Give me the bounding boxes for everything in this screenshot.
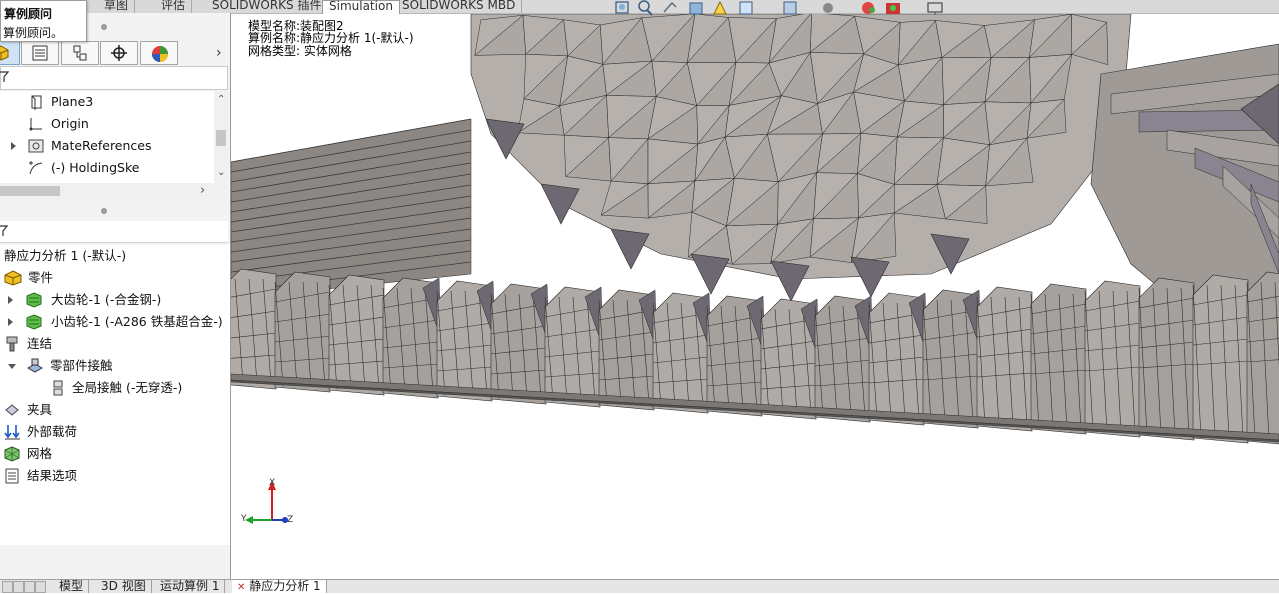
hide-show-icon[interactable] [823,3,833,13]
component-contact-icon [26,358,44,373]
view-settings-icon[interactable] [927,2,943,15]
property-manager-icon [32,45,48,61]
apply-scene-icon[interactable] [886,3,900,14]
tab-static-study-1[interactable]: ✕ 静应力分析 1 [232,580,327,593]
tab-property-manager[interactable] [21,41,59,65]
manager-tabs: › [0,40,230,65]
parts-icon [4,270,22,286]
feature-tree: Plane3 Origin MateReferences (-) Holding… [0,91,214,183]
collapse-icon[interactable] [8,364,16,369]
view-orientation-icon[interactable] [739,1,753,15]
gear-part-icon [26,314,42,330]
tab-configuration-manager[interactable] [61,41,99,65]
triad-x-label: X [269,478,276,488]
last-tab-button[interactable] [35,581,46,593]
expand-icon[interactable] [8,296,13,304]
display-manager-icon [152,46,168,62]
study-advisor-tooltip: 算例顾问 算例顾问。 [0,0,87,42]
tooltip-text: 算例顾问。 [3,26,64,40]
dimxpert-icon [111,45,127,61]
graphics-viewport[interactable]: 模型名称:装配图2 算例名称:静应力分析 1(-默认-) 网格类型: 实体网格 … [231,14,1279,579]
feature-tree-vscrollbar[interactable]: ⌃ ⌄ [214,91,228,183]
scroll-thumb[interactable] [216,130,226,146]
triad-z-label: Z [287,515,294,525]
mate-references-icon [28,139,44,153]
filter-icon [0,71,9,82]
mesh-icon [4,446,20,462]
scroll-up-icon[interactable]: ⌃ [217,94,225,105]
zoom-area-icon[interactable] [638,0,653,16]
gear-part-icon [26,292,42,308]
expand-icon[interactable] [11,142,16,150]
tab-feature-manager[interactable] [0,41,20,65]
external-loads-icon [4,425,20,440]
tab-simulation[interactable]: Simulation [322,0,400,14]
next-tab-button[interactable] [24,581,35,593]
study-root[interactable]: 静应力分析 1 (-默认-) [4,245,126,267]
tab-solidworks-mbd[interactable]: SOLIDWORKS MBD [396,0,523,13]
viewport-window-controls [1211,14,1251,15]
tab-display-manager[interactable] [140,41,178,65]
configuration-manager-icon [73,45,87,61]
study-name-label: 算例名称:静应力分析 1(-默认-) [248,31,414,45]
origin-icon [29,118,42,131]
result-options-icon [5,468,19,484]
connections-icon [6,336,18,352]
view-toolbar [610,0,960,16]
scroll-right-icon[interactable]: › [200,183,205,198]
dynamic-annotation-icon[interactable] [713,0,727,15]
sketch-icon [29,161,43,175]
study-tree-filter[interactable] [0,221,228,243]
triad-y-label: Y [241,514,247,524]
hscroll-thumb[interactable] [0,186,60,196]
fixtures-icon [5,404,19,416]
tooltip-title: 算例顾问 [4,7,53,21]
mesh-type-label: 网格类型: 实体网格 [248,44,352,58]
bottom-tab-bar: 模型 3D 视图 运动算例 1 ✕ 静应力分析 1 [0,579,1279,593]
tab-sketch[interactable]: 草图 [98,0,136,13]
edit-appearance-icon[interactable] [862,2,875,14]
gear-mesh-model [231,14,1279,445]
tab-model[interactable]: 模型 [54,580,90,593]
tabs-scroll-right-icon[interactable]: › [216,45,222,61]
tab-evaluate[interactable]: 评估 [155,0,193,13]
first-tab-button[interactable] [2,581,13,593]
panel-splitter-top[interactable] [101,24,107,30]
prev-tab-button[interactable] [13,581,24,593]
feature-tree-hscrollbar[interactable]: › [0,183,228,199]
feature-manager-icon [0,45,9,61]
tab-dimxpert-manager[interactable] [100,41,138,65]
tab-solidworks-addins[interactable]: SOLIDWORKS 插件 [206,0,329,13]
panel-splitter-middle[interactable] [101,208,107,214]
display-style-icon[interactable] [783,1,797,15]
scroll-down-icon[interactable]: ⌄ [217,167,225,178]
simulation-study-tree: 静应力分析 1 (-默认-) 零件 大齿轮-1 (-合金钢-) 小齿轮-1 (-… [0,245,230,545]
tab-3d-view[interactable]: 3D 视图 [96,580,152,593]
filter-icon [0,225,8,236]
expand-icon[interactable] [8,318,13,326]
tab-motion-study-1[interactable]: 运动算例 1 [155,580,226,593]
plane-icon [31,95,42,110]
zoom-fit-icon[interactable] [615,1,629,14]
simulation-study-icon: ✕ [237,582,246,593]
global-contact-icon [53,380,63,396]
section-view-icon[interactable] [689,2,703,15]
feature-tree-filter[interactable] [0,66,228,90]
previous-view-icon[interactable] [663,1,677,13]
